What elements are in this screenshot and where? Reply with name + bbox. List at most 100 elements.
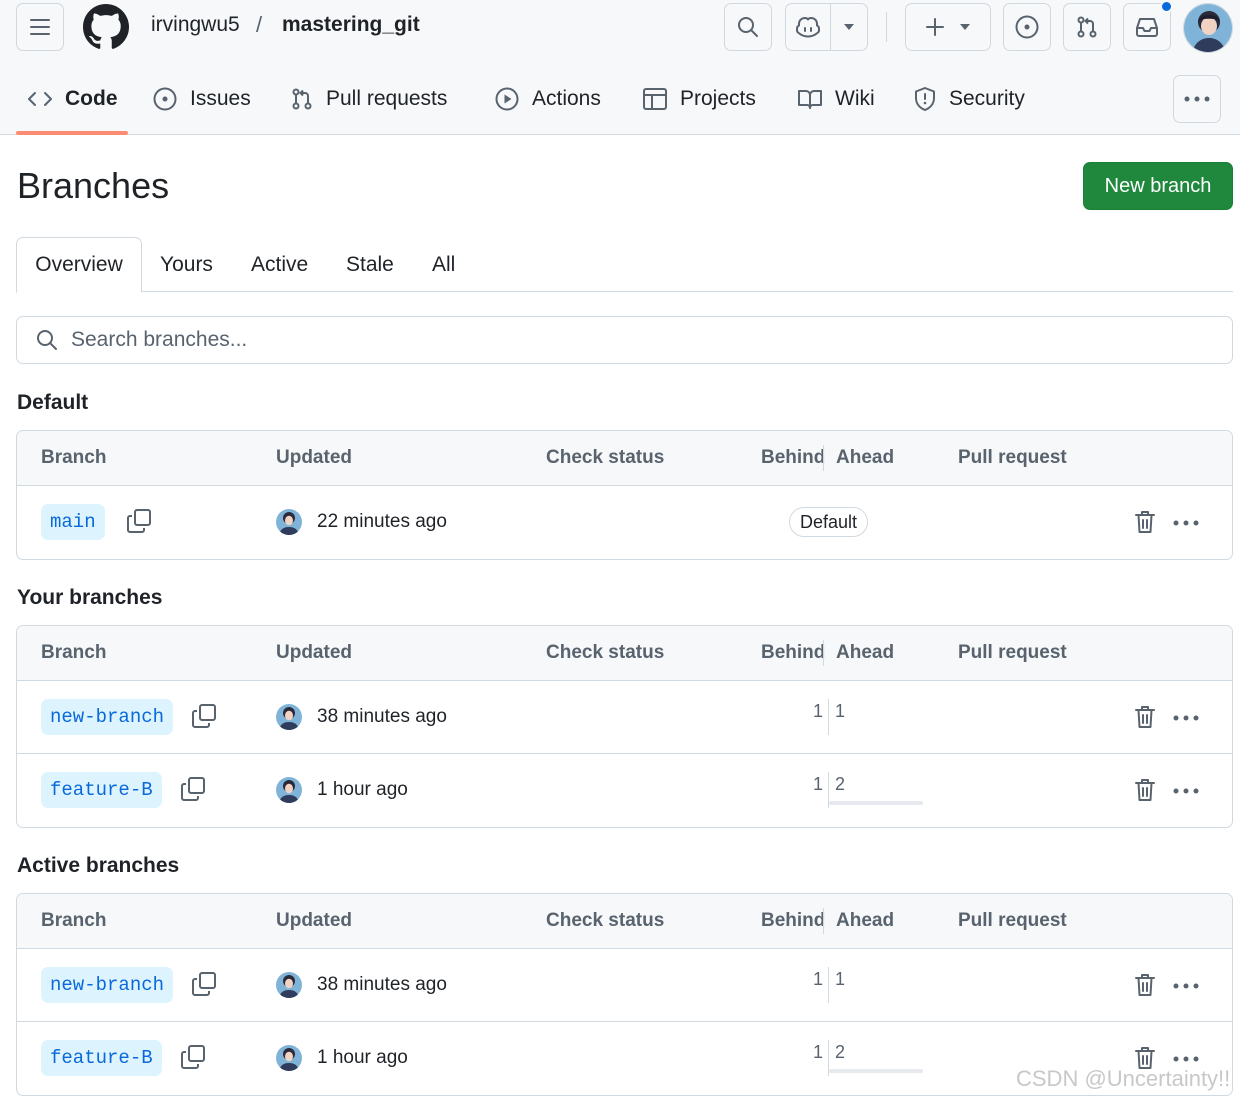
- tab-yours[interactable]: Yours: [160, 237, 213, 292]
- trash-icon[interactable]: [1134, 509, 1156, 535]
- table-row: new-branch 38 minutes ago 1 1: [17, 949, 1232, 1022]
- tab-active[interactable]: Active: [251, 237, 308, 292]
- tab-stale[interactable]: Stale: [346, 237, 394, 292]
- column-header-behind: Behind: [761, 447, 826, 468]
- branch-name-link[interactable]: feature-B: [41, 772, 162, 808]
- behind-ahead-divider: [828, 699, 829, 735]
- copy-icon[interactable]: [180, 776, 206, 802]
- branch-name-link[interactable]: main: [41, 504, 105, 540]
- branch-name-link[interactable]: new-branch: [41, 699, 174, 735]
- book-icon: [798, 90, 822, 109]
- table-icon: [643, 88, 667, 110]
- nav-tab-label: Projects: [680, 87, 756, 110]
- kebab-horizontal-icon: [1184, 96, 1210, 102]
- copilot-button-group[interactable]: [785, 3, 868, 51]
- nav-tab-label: Issues: [190, 87, 251, 110]
- copilot-button[interactable]: [786, 4, 832, 50]
- copilot-icon: [796, 17, 821, 38]
- search-branches-box: [16, 316, 1233, 364]
- copy-icon[interactable]: [180, 1044, 206, 1070]
- nav-tab-issues[interactable]: Issues: [152, 74, 251, 124]
- kebab-horizontal-icon[interactable]: [1173, 983, 1199, 989]
- issue-icon: [1015, 15, 1039, 39]
- github-logo-icon[interactable]: [83, 4, 129, 50]
- trash-icon[interactable]: [1134, 972, 1156, 998]
- issues-button[interactable]: [1003, 3, 1051, 51]
- nav-more-button[interactable]: [1173, 75, 1221, 123]
- active-tab-indicator: [16, 131, 128, 135]
- nav-tab-wiki[interactable]: Wiki: [797, 74, 875, 124]
- tab-all[interactable]: All: [432, 237, 455, 292]
- search-button[interactable]: [724, 3, 772, 51]
- ahead-count: 2: [835, 1042, 846, 1062]
- caret-down-icon: [844, 24, 855, 30]
- branch-name-link[interactable]: feature-B: [41, 1040, 162, 1076]
- ahead-bar: [829, 801, 923, 805]
- nav-tab-pull-requests[interactable]: Pull requests: [290, 74, 447, 124]
- section-title-default: Default: [17, 391, 89, 414]
- branches-table-default: Branch Updated Check status Behind Ahead…: [16, 430, 1233, 560]
- behind-ahead-divider: [828, 967, 829, 1003]
- table-header: Branch Updated Check status Behind Ahead…: [17, 894, 1232, 949]
- updated-time: 22 minutes ago: [317, 511, 447, 532]
- nav-tab-projects[interactable]: Projects: [642, 74, 756, 124]
- page-title: Branches: [17, 165, 170, 206]
- column-divider: [823, 445, 824, 471]
- section-title-your-branches: Your branches: [17, 586, 163, 609]
- search-branches-input[interactable]: [71, 325, 1211, 355]
- nav-tab-actions[interactable]: Actions: [494, 74, 601, 124]
- column-divider: [823, 908, 824, 934]
- copy-icon[interactable]: [191, 971, 217, 997]
- column-header-updated: Updated: [276, 642, 352, 663]
- copy-icon[interactable]: [191, 703, 217, 729]
- search-icon: [37, 330, 57, 350]
- plus-icon: [926, 18, 944, 36]
- header-divider: [886, 12, 887, 42]
- table-header: Branch Updated Check status Behind Ahead…: [17, 431, 1232, 486]
- path-separator: /: [256, 12, 263, 37]
- nav-tab-code[interactable]: Code: [27, 74, 118, 124]
- table-row: new-branch 38 minutes ago 1 1: [17, 681, 1232, 754]
- column-header-check-status: Check status: [546, 910, 665, 931]
- menu-button[interactable]: [16, 3, 64, 51]
- column-header-behind: Behind: [761, 642, 826, 663]
- nav-tab-label: Code: [65, 87, 118, 110]
- column-header-branch: Branch: [41, 910, 107, 931]
- ahead-count: 1: [835, 969, 846, 989]
- table-row: feature-B 1 hour ago 1 2: [17, 754, 1232, 827]
- create-new-button[interactable]: [905, 3, 991, 51]
- trash-icon[interactable]: [1134, 704, 1156, 730]
- shield-icon: [915, 87, 935, 111]
- branch-name-link[interactable]: new-branch: [41, 967, 174, 1003]
- kebab-horizontal-icon[interactable]: [1173, 715, 1199, 721]
- repo-name-link[interactable]: mastering_git: [282, 13, 420, 37]
- code-icon: [28, 92, 52, 106]
- nav-tab-label: Pull requests: [326, 87, 448, 110]
- author-avatar: [276, 1045, 302, 1071]
- tab-overview[interactable]: Overview: [16, 237, 142, 293]
- table-header: Branch Updated Check status Behind Ahead…: [17, 626, 1232, 681]
- column-header-pull-request: Pull request: [958, 447, 1067, 468]
- caret-down-icon: [960, 24, 970, 30]
- issue-icon: [153, 87, 177, 111]
- column-divider: [823, 640, 824, 666]
- nav-tab-label: Actions: [532, 87, 601, 110]
- updated-time: 1 hour ago: [317, 779, 408, 800]
- new-branch-button[interactable]: New branch: [1083, 162, 1233, 210]
- kebab-horizontal-icon[interactable]: [1173, 788, 1199, 794]
- column-header-branch: Branch: [41, 642, 107, 663]
- play-icon: [495, 87, 519, 111]
- pull-requests-button[interactable]: [1063, 3, 1111, 51]
- copy-icon[interactable]: [126, 508, 152, 534]
- kebab-horizontal-icon[interactable]: [1173, 520, 1199, 526]
- kebab-horizontal-icon[interactable]: [1173, 1056, 1199, 1062]
- section-title-active-branches: Active branches: [17, 854, 180, 877]
- column-header-pull-request: Pull request: [958, 910, 1067, 931]
- copilot-dropdown-button[interactable]: [831, 4, 867, 50]
- hamburger-icon: [30, 19, 50, 35]
- inbox-icon: [1136, 18, 1158, 37]
- trash-icon[interactable]: [1134, 777, 1156, 803]
- repo-owner-link[interactable]: irvingwu5: [151, 13, 240, 37]
- user-avatar[interactable]: [1183, 3, 1233, 53]
- nav-tab-security[interactable]: Security: [913, 74, 1025, 124]
